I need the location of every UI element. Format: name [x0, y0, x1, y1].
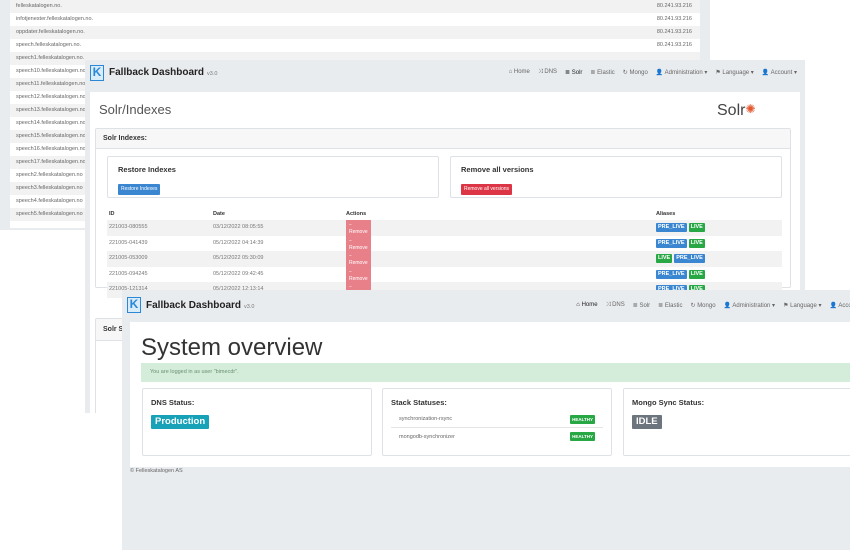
dns-host: speech12.felleskatalogen.no	[16, 94, 86, 100]
index-id: 221005-041439	[109, 239, 148, 246]
dns-ip: 80.241.93.216	[656, 16, 692, 22]
dns-host: speech4.felleskatalogen.no	[16, 198, 83, 204]
nav-language[interactable]: ⚑ Language ▾	[783, 302, 821, 309]
alias-badge: LIVE	[688, 269, 705, 279]
page-title: Solr/Indexes	[99, 102, 172, 117]
footer: © Felleskatalogen AS	[130, 468, 183, 474]
nav-mongo[interactable]: ↻ Mongo	[623, 69, 648, 76]
row-aliases: LIVE PRE_LIVE	[656, 251, 707, 267]
dns-record-row: oppdater.felleskatalogen.no. 80.241.93.21…	[10, 26, 700, 39]
nav-elastic[interactable]: ≣ Elastic	[658, 302, 682, 309]
card-title: Solr Indexes:	[96, 129, 790, 149]
stack-name: synchronization-rsync	[399, 416, 453, 422]
row-aliases: PRE_LIVE LIVE	[656, 236, 707, 252]
dns-host: speech15.felleskatalogen.no	[16, 133, 86, 139]
nav-account[interactable]: 👤 Account ▾	[762, 69, 797, 76]
navbar: K Fallback Dashboard v3.0 ⌂ Home ⤨ DNS ≣ …	[85, 60, 805, 85]
brand-name[interactable]: Fallback Dashboard v3.0	[146, 300, 254, 311]
dns-host: speech3.felleskatalogen.no	[16, 185, 83, 191]
navbar: K Fallback Dashboard v3.0 ⌂ Home ⤨ DNS ≣ …	[122, 290, 850, 320]
stack-item: synchronization-rsync HEALTHY	[391, 411, 603, 428]
table-row: 221005-094245 05/12/2022 09:42:45 + Crea…	[107, 266, 782, 292]
brand-name[interactable]: Fallback Dashboard v3.0	[109, 67, 217, 78]
dns-host: speech5.felleskatalogen.no	[16, 211, 83, 217]
stack-list: synchronization-rsync HEALTHY mongodb-sync…	[391, 411, 603, 445]
dns-host: speech14.felleskatalogen.no	[16, 120, 86, 126]
nav-administration[interactable]: 👤 Administration ▾	[656, 69, 708, 76]
dns-record-row: felleskatalogen.no. 80.241.93.216	[10, 0, 700, 13]
row-aliases: PRE_LIVE LIVE	[656, 267, 707, 283]
nav-mongo[interactable]: ↻ Mongo	[690, 302, 715, 309]
nav-administration[interactable]: 👤 Administration ▾	[724, 302, 776, 309]
alias-badge: PRE_LIVE	[656, 223, 687, 232]
index-date: 05/12/2022 09:42:45	[213, 270, 264, 277]
index-id: 221005-094245	[109, 270, 148, 277]
indexes-table: 221003-080555 03/12/2022 08:05:55 + Crea…	[107, 220, 782, 307]
page-title: System overview	[141, 334, 323, 361]
alias-badge: PRE_LIVE	[656, 238, 687, 248]
nav-elastic[interactable]: ≣ Elastic	[590, 69, 614, 76]
nav-dns[interactable]: ⤨ DNS	[538, 69, 557, 76]
dns-host: speech1.felleskatalogen.no.	[16, 55, 85, 61]
row-aliases: PRE_LIVE LIVE	[656, 220, 707, 236]
alias-badge: PRE_LIVE	[656, 269, 687, 279]
remove-all-versions-button[interactable]: Remove all versions	[461, 184, 513, 195]
alias-badge: LIVE	[688, 223, 705, 232]
dns-host: speech17.felleskatalogen.no	[16, 159, 86, 165]
stack-status-badge: HEALTHY	[570, 414, 595, 424]
second-card-title: Solr S	[96, 319, 125, 341]
dns-host: speech.felleskatalogen.no.	[16, 42, 82, 48]
dns-host: oppdater.felleskatalogen.no.	[16, 29, 85, 35]
restore-title: Restore Indexes	[118, 165, 176, 174]
nav-solr[interactable]: ≣ Solr	[565, 69, 582, 76]
dns-host: speech13.felleskatalogen.no	[16, 107, 86, 113]
nav-dns[interactable]: ⤨ DNS	[606, 302, 625, 309]
dns-record-row: infotjenester.felleskatalogen.no. 80.241.…	[10, 13, 700, 26]
nav-home[interactable]: ⌂ Home	[576, 302, 597, 309]
dns-host: infotjenester.felleskatalogen.no.	[16, 16, 94, 22]
dns-host: speech10.felleskatalogen.no	[16, 68, 86, 74]
stack-status-badge: HEALTHY	[570, 432, 595, 441]
alias-badge: LIVE	[656, 254, 673, 263]
index-date: 05/12/2022 05:30:09	[213, 255, 264, 261]
table-row: 221005-041439 05/12/2022 04:14:39 + Crea…	[107, 235, 782, 261]
alias-badge: PRE_LIVE	[674, 254, 705, 263]
dns-ip: 80.241.93.216	[656, 42, 692, 48]
dns-host: felleskatalogen.no.	[16, 3, 62, 9]
table-row: 221005-053009 05/12/2022 05:30:09 + Crea…	[107, 251, 782, 276]
stack-item: mongodb-synchronizer HEALTHY	[391, 428, 603, 445]
dns-host: speech16.felleskatalogen.no	[16, 146, 86, 152]
nav-language[interactable]: ⚑ Language ▾	[715, 69, 753, 76]
index-date: 03/12/2022 08:05:55	[213, 224, 264, 230]
solr-logo: Solr✺	[717, 102, 756, 119]
alias-badge: LIVE	[688, 238, 705, 248]
table-row: 221003-080555 03/12/2022 08:05:55 + Crea…	[107, 220, 782, 245]
dns-ip: 80.241.93.216	[656, 3, 692, 9]
index-id: 221005-053009	[109, 255, 148, 261]
brand-logo: K	[127, 297, 141, 313]
mongo-sync-badge: IDLE	[632, 415, 662, 429]
nav-solr[interactable]: ≣ Solr	[633, 302, 650, 309]
brand-logo: K	[90, 64, 104, 81]
nav-account[interactable]: 👤 Account	[830, 302, 850, 309]
table-header: ID Date Actions Aliases	[109, 211, 676, 217]
dns-status-title: DNS Status:	[151, 398, 195, 407]
index-id: 221003-080555	[109, 224, 148, 230]
dns-record-row: speech.felleskatalogen.no. 80.241.93.216	[10, 39, 700, 52]
dns-host: speech2.felleskatalogen.no	[16, 172, 83, 178]
overview-window: K Fallback Dashboard v3.0 ⌂ Home ⤨ DNS ≣ …	[122, 290, 850, 550]
restore-indexes-button[interactable]: Restore Indexes	[118, 184, 161, 195]
dns-host: speech11.felleskatalogen.no	[16, 81, 86, 87]
mongo-sync-title: Mongo Sync Status:	[632, 398, 705, 407]
stack-name: mongodb-synchronizer	[399, 433, 455, 440]
login-alert: You are logged in as user "bimecdr".	[141, 363, 850, 382]
nav-home[interactable]: ⌂ Home	[509, 69, 530, 76]
dns-ip: 80.241.93.216	[656, 29, 692, 35]
remove-all-title: Remove all versions	[461, 165, 534, 174]
stack-statuses-title: Stack Statuses:	[391, 398, 447, 407]
dns-status-badge: Production	[151, 415, 210, 429]
index-date: 05/12/2022 04:14:39	[213, 239, 264, 246]
